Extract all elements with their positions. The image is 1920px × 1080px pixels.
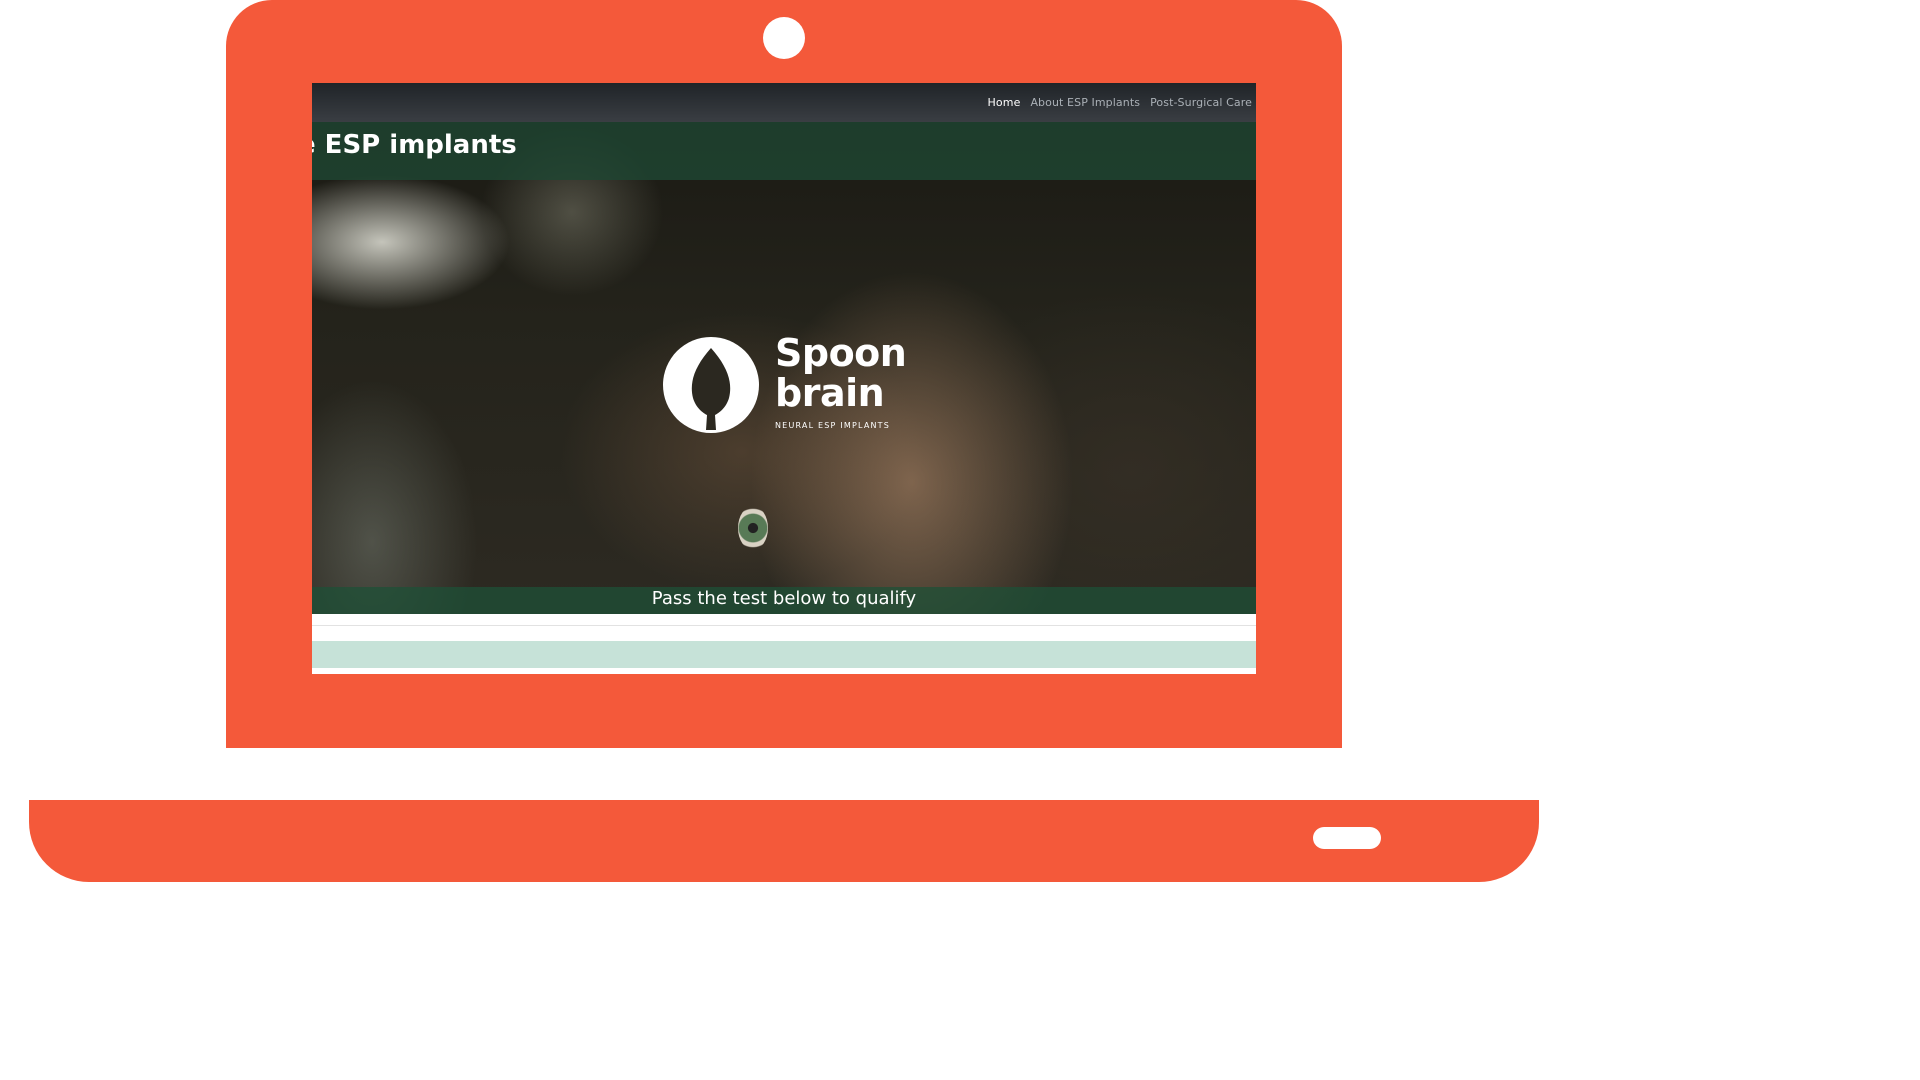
hero-photo-eye — [738, 506, 768, 550]
nav-item-post-surgical-care[interactable]: Post-Surgical Care — [1150, 96, 1252, 109]
trackpad — [1313, 827, 1381, 849]
nav-item-home[interactable]: Home — [988, 96, 1021, 109]
laptop-screen: Home About ESP Implants Post-Surgical Ca… — [312, 83, 1256, 674]
spoonbrain-logo: Spoon brain NEURAL ESP IMPLANTS — [662, 331, 912, 436]
top-nav: Home About ESP Implants Post-Surgical Ca… — [312, 83, 1256, 122]
spoon-drop-icon — [663, 337, 759, 433]
mint-content-bar — [312, 641, 1256, 668]
content-divider — [312, 625, 1256, 626]
hero-title: e ESP implants — [312, 130, 517, 160]
nav-item-about-esp-implants[interactable]: About ESP Implants — [1030, 96, 1140, 109]
logo-wordmark: Spoon brain — [775, 331, 907, 415]
cta-text: Pass the test below to qualify — [651, 588, 917, 609]
cta-band: Pass the test below to qualify — [312, 587, 1256, 614]
webcam — [763, 17, 805, 59]
hero-section: e ESP implants Spoon brain NEURAL ESP IM… — [312, 122, 1256, 614]
hero-title-band: e ESP implants — [312, 122, 1256, 180]
logo-word-brain: brain — [775, 371, 885, 415]
logo-tagline: NEURAL ESP IMPLANTS — [775, 421, 891, 430]
logo-word-spoon: Spoon — [775, 331, 907, 375]
